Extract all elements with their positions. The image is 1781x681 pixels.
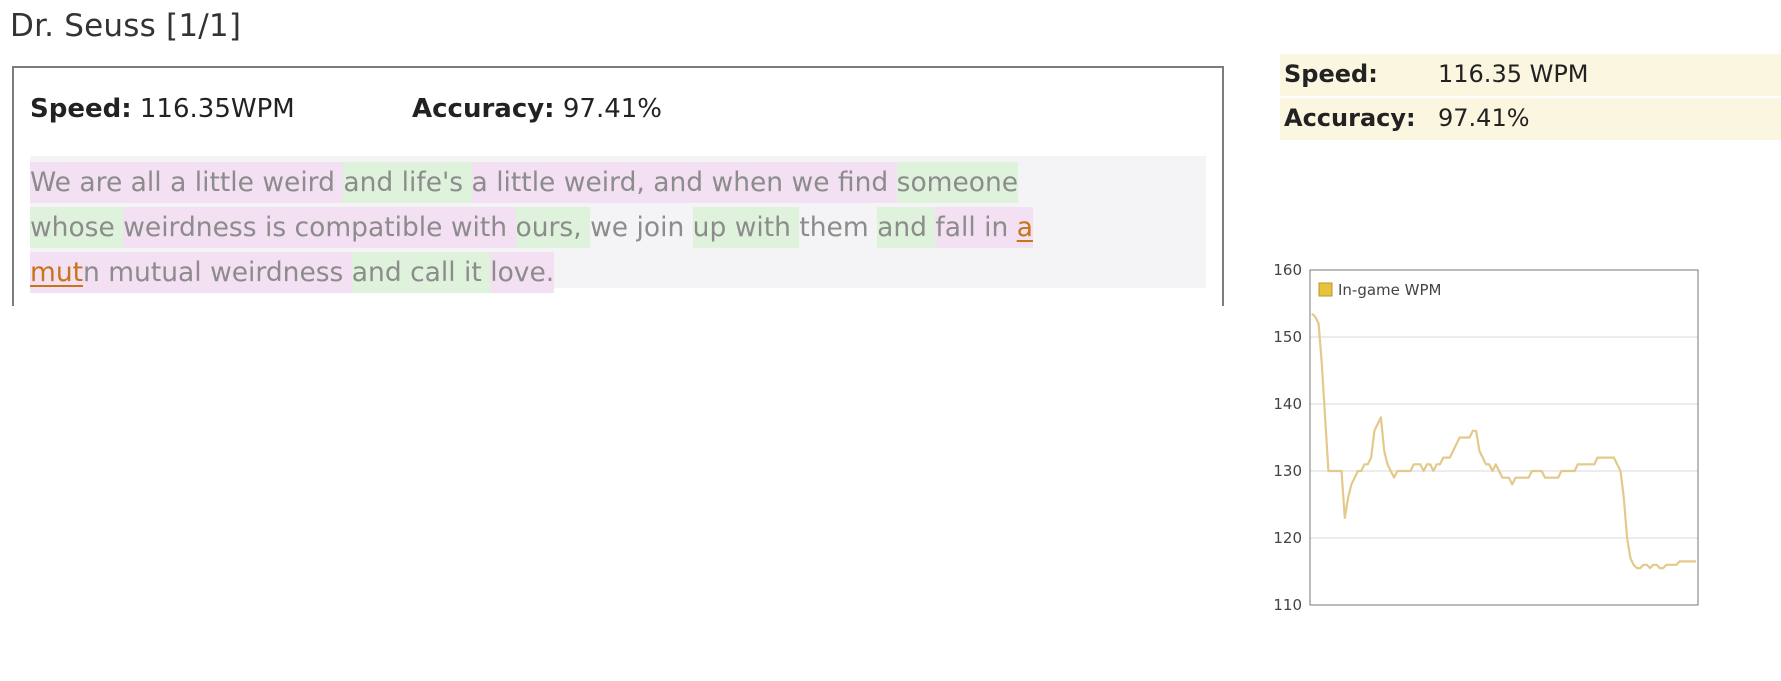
typed-error-word: a — [1016, 207, 1033, 248]
passage-word: life's — [401, 162, 472, 203]
passage-word: and — [351, 252, 411, 293]
wpm-chart: 110 120 130 140 150 160 In-game WPM — [1273, 261, 1699, 614]
typed-passage: We are all a little weird and life's a l… — [30, 156, 1206, 293]
passage-word: all — [130, 162, 171, 203]
passage-word: is — [264, 207, 295, 248]
passage-word: ours, — [515, 207, 591, 248]
y-tick-label: 160 — [1273, 261, 1302, 279]
passage-word: and — [877, 207, 936, 248]
passage-word: We — [30, 162, 80, 203]
passage-word: and — [653, 162, 712, 203]
passage-word: fall — [935, 207, 985, 248]
passage-word: up — [692, 207, 735, 248]
passage-word: are — [79, 162, 131, 203]
side-speed-label: Speed: — [1284, 60, 1378, 88]
y-tick-label: 150 — [1273, 328, 1302, 346]
passage-word: a — [170, 162, 195, 203]
legend-label: In-game WPM — [1338, 281, 1441, 299]
passage-word: we — [791, 162, 838, 203]
passage-word: them — [799, 212, 878, 243]
passage-word: compatible — [294, 207, 451, 248]
passage-word: someone — [896, 162, 1019, 203]
passage-word: in — [984, 207, 1017, 248]
passage-word: little — [194, 162, 263, 203]
side-speed-row: Speed: 116.35 WPM — [1280, 54, 1781, 96]
passage-word: join — [636, 212, 693, 243]
y-tick-label: 140 — [1273, 395, 1302, 413]
page-title: Dr. Seuss [1/1] — [10, 8, 242, 44]
passage-word: weirdness — [123, 207, 265, 248]
passage-word: call — [410, 252, 465, 293]
passage-word: weirdness — [210, 252, 352, 293]
passage-word: it — [464, 252, 491, 293]
passage-word: weird — [262, 162, 344, 203]
speed-value: 116.35WPM — [139, 94, 295, 124]
side-accuracy-value: 97.41% — [1438, 104, 1530, 132]
passage-word: find — [837, 162, 897, 203]
y-tick-label: 120 — [1273, 529, 1302, 547]
accuracy-label: Accuracy: — [412, 94, 555, 124]
typed-error-word: mut — [30, 252, 83, 293]
series-line-in-game-wpm — [1311, 312, 1696, 570]
passage-word: we — [590, 212, 637, 243]
speed-label: Speed: — [30, 94, 132, 124]
passage-word: little — [496, 162, 564, 203]
accuracy-value: 97.41% — [562, 94, 662, 124]
result-panel: Speed: 116.35WPM Accuracy: 97.41% We are… — [12, 66, 1224, 306]
passage-word: a — [471, 162, 497, 203]
y-tick-label: 130 — [1273, 462, 1302, 480]
passage-word: whose — [30, 207, 124, 248]
accuracy-stat: Accuracy: 97.41% — [412, 94, 662, 124]
side-speed-value: 116.35 WPM — [1438, 60, 1589, 88]
passage-word: with — [450, 207, 516, 248]
passage-word: with — [734, 207, 800, 248]
side-accuracy-label: Accuracy: — [1284, 104, 1416, 132]
passage-word: mutual — [108, 252, 211, 293]
speed-stat: Speed: 116.35WPM — [30, 94, 295, 124]
legend-swatch — [1318, 282, 1333, 297]
passage-word: weird, — [563, 162, 654, 203]
y-tick-label: 110 — [1273, 596, 1302, 614]
chart-frame — [1309, 269, 1699, 606]
passage-word: and — [343, 162, 402, 203]
side-accuracy-row: Accuracy: 97.41% — [1280, 98, 1781, 140]
passage-word: when — [711, 162, 792, 203]
side-stats-panel: Speed: 116.35 WPM Accuracy: 97.41% — [1280, 54, 1781, 142]
passage-word: n — [83, 252, 109, 293]
passage-word: love. — [490, 252, 555, 293]
